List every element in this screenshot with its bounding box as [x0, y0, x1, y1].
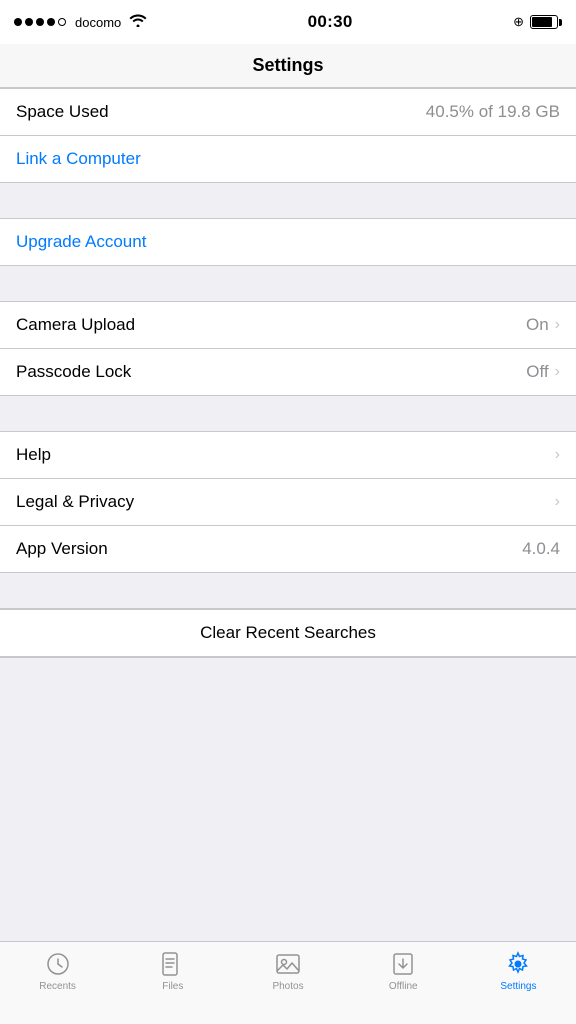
tab-settings[interactable]: Settings: [461, 950, 576, 992]
passcode-lock-value-group: Off ›: [526, 362, 560, 382]
battery-fill: [532, 17, 552, 27]
tab-recents[interactable]: Recents: [0, 950, 115, 992]
recents-tab-label: Recents: [39, 981, 76, 992]
separator-1: [0, 183, 576, 218]
section-upgrade: Upgrade Account: [0, 218, 576, 266]
status-bar: docomo 00:30 ⊕: [0, 0, 576, 44]
legal-privacy-row[interactable]: Legal & Privacy ›: [0, 479, 576, 526]
link-computer-label: Link a Computer: [16, 149, 141, 169]
section-storage: Space Used 40.5% of 19.8 GB Link a Compu…: [0, 88, 576, 183]
tab-files[interactable]: Files: [115, 950, 230, 992]
photos-icon: [274, 950, 302, 978]
settings-icon: [504, 950, 532, 978]
camera-upload-value-group: On ›: [526, 315, 560, 335]
page-content: Space Used 40.5% of 19.8 GB Link a Compu…: [0, 88, 576, 776]
space-used-row: Space Used 40.5% of 19.8 GB: [0, 89, 576, 136]
files-icon: [159, 950, 187, 978]
camera-upload-label: Camera Upload: [16, 315, 135, 335]
clear-searches-label: Clear Recent Searches: [200, 623, 376, 643]
section-help-legal: Help › Legal & Privacy › App Version 4.0…: [0, 431, 576, 573]
passcode-lock-chevron: ›: [555, 363, 560, 381]
separator-4: [0, 573, 576, 608]
passcode-lock-value: Off: [526, 362, 548, 382]
status-bar-time: 00:30: [308, 12, 353, 32]
help-label: Help: [16, 445, 51, 465]
section-clear-searches: Clear Recent Searches: [0, 608, 576, 658]
recents-icon: [44, 950, 72, 978]
passcode-lock-label: Passcode Lock: [16, 362, 131, 382]
link-computer-row[interactable]: Link a Computer: [0, 136, 576, 182]
battery-indicator: [530, 15, 562, 29]
nav-title-bar: Settings: [0, 44, 576, 88]
space-used-value: 40.5% of 19.8 GB: [426, 102, 560, 122]
section-camera-passcode: Camera Upload On › Passcode Lock Off ›: [0, 301, 576, 396]
battery-body: [530, 15, 558, 29]
separator-5: [0, 658, 576, 693]
offline-tab-label: Offline: [389, 981, 418, 992]
signal-strength: [14, 18, 66, 26]
signal-dot-2: [25, 18, 33, 26]
legal-privacy-chevron: ›: [555, 493, 560, 511]
camera-upload-row[interactable]: Camera Upload On ›: [0, 302, 576, 349]
offline-icon: [389, 950, 417, 978]
legal-privacy-value-group: ›: [555, 493, 560, 511]
camera-upload-chevron: ›: [555, 316, 560, 334]
photos-tab-label: Photos: [272, 981, 303, 992]
space-used-label: Space Used: [16, 102, 109, 122]
separator-3: [0, 396, 576, 431]
tab-photos[interactable]: Photos: [230, 950, 345, 992]
page-title: Settings: [252, 55, 323, 76]
status-bar-left: docomo: [14, 12, 147, 32]
settings-tab-label: Settings: [500, 981, 536, 992]
signal-dot-5: [58, 18, 66, 26]
tab-bar: Recents Files Photos: [0, 941, 576, 1024]
wifi-icon: [129, 12, 147, 32]
upgrade-account-row[interactable]: Upgrade Account: [0, 219, 576, 265]
upgrade-account-label: Upgrade Account: [16, 232, 146, 252]
help-value-group: ›: [555, 446, 560, 464]
status-bar-right: ⊕: [513, 14, 562, 30]
battery-tip: [559, 19, 562, 26]
tab-offline[interactable]: Offline: [346, 950, 461, 992]
app-version-row: App Version 4.0.4: [0, 526, 576, 572]
carrier-label: docomo: [75, 15, 121, 30]
separator-2: [0, 266, 576, 301]
help-chevron: ›: [555, 446, 560, 464]
app-version-value: 4.0.4: [522, 539, 560, 559]
passcode-lock-row[interactable]: Passcode Lock Off ›: [0, 349, 576, 395]
app-version-label: App Version: [16, 539, 108, 559]
signal-dot-3: [36, 18, 44, 26]
signal-dot-4: [47, 18, 55, 26]
clear-searches-row[interactable]: Clear Recent Searches: [0, 609, 576, 657]
orientation-lock-icon: ⊕: [513, 14, 524, 30]
help-row[interactable]: Help ›: [0, 432, 576, 479]
legal-privacy-label: Legal & Privacy: [16, 492, 134, 512]
camera-upload-value: On: [526, 315, 549, 335]
files-tab-label: Files: [162, 981, 183, 992]
signal-dot-1: [14, 18, 22, 26]
